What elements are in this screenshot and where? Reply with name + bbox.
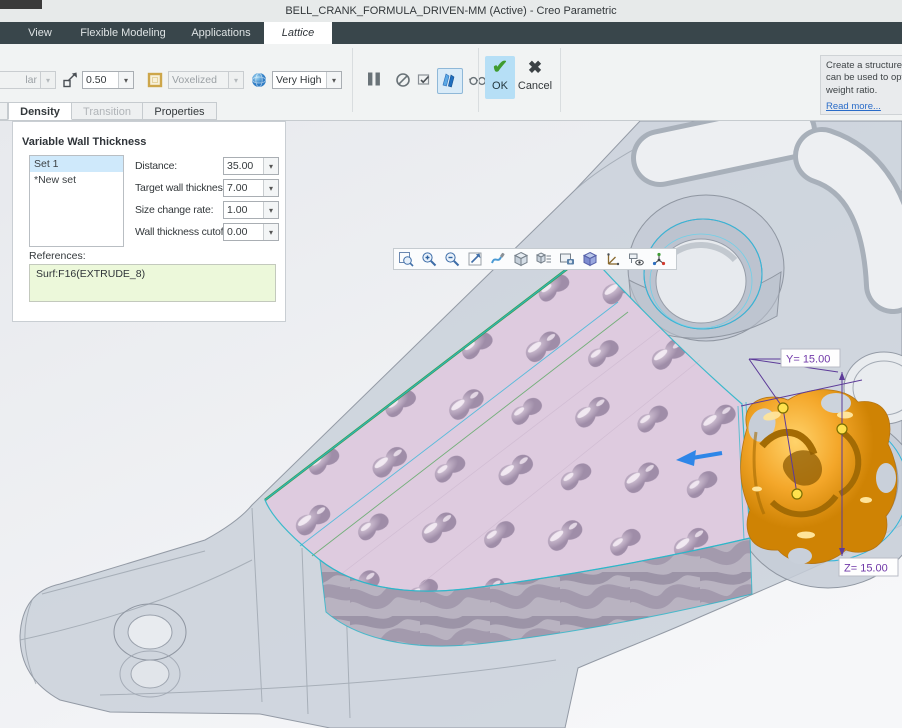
tab-properties[interactable]: Properties (142, 102, 217, 120)
tooltip-line: weight ratio. (826, 85, 902, 97)
tab-applications[interactable]: Applications (182, 22, 260, 44)
attached-preview-icon[interactable] (440, 71, 458, 89)
beam-diameter-combo[interactable]: 0.50 ▾ (82, 71, 134, 89)
tab-density[interactable]: Density (8, 102, 72, 120)
quality-sphere-icon (250, 71, 268, 89)
set-list[interactable]: Set 1 *New set (29, 155, 124, 247)
svg-text:Y= 15.00: Y= 15.00 (786, 354, 830, 366)
pause-icon[interactable] (365, 70, 383, 88)
tab-lattice[interactable]: Lattice (264, 22, 332, 44)
references-label: References: (29, 250, 86, 262)
tooltip-line: can be used to opti (826, 72, 902, 84)
reference-value: Surf:F16(EXTRUDE_8) (36, 268, 145, 280)
density-panel: Variable Wall Thickness Set 1 *New set D… (12, 121, 286, 322)
cancel-x-icon: ✖ (515, 56, 555, 80)
chevron-down-icon: ▾ (228, 72, 243, 88)
view-manager-icon[interactable] (578, 249, 601, 269)
chevron-down-icon: ▾ (263, 158, 278, 174)
creo-parametric-window: BELL_CRANK_FORMULA_DRIVEN-MM (Active) - … (0, 0, 902, 728)
wall-thickness-cutoff-combo[interactable]: 0.00▾ (223, 223, 279, 241)
zoom-in-icon[interactable] (417, 249, 440, 269)
cell-type-combo[interactable]: lar ▾ (0, 71, 56, 89)
distance-label: Distance: (135, 157, 177, 175)
representation-combo[interactable]: Voxelized ▾ (168, 71, 244, 89)
no-preview-icon[interactable] (394, 71, 412, 89)
reference-collector[interactable]: Surf:F16(EXTRUDE_8) (29, 264, 276, 302)
capture-icon[interactable] (555, 249, 578, 269)
voxel-icon (146, 71, 164, 89)
list-item-set1[interactable]: Set 1 (30, 156, 123, 172)
cancel-label: Cancel (515, 80, 555, 92)
tooltip-line: Create a structure o (826, 60, 902, 72)
quality-combo[interactable]: Very High ▾ (272, 71, 342, 89)
ok-label: OK (485, 80, 515, 92)
chevron-down-icon: ▾ (326, 72, 341, 88)
cancel-button[interactable]: ✖ Cancel (515, 56, 555, 99)
spin-center-icon[interactable] (647, 249, 670, 269)
panel-tab-stub (0, 102, 8, 120)
window-chrome-fragment (0, 0, 42, 9)
size-change-rate-label: Size change rate: (135, 201, 213, 219)
gyroid-unit-cell[interactable] (741, 390, 897, 564)
dimension-label-z[interactable]: Z= 15.00 (839, 558, 898, 576)
scale-icon (62, 71, 80, 89)
ribbon-tab-strip: View Flexible Modeling Applications Latt… (0, 22, 902, 44)
chevron-down-icon: ▾ (263, 202, 278, 218)
target-wall-thickness-combo[interactable]: 7.00▾ (223, 179, 279, 197)
verify-preview-icon[interactable] (416, 71, 434, 89)
chevron-down-icon: ▾ (263, 224, 278, 240)
ok-button[interactable]: ✔ OK (485, 56, 515, 99)
zoom-out-icon[interactable] (440, 249, 463, 269)
display-style-icon[interactable] (509, 249, 532, 269)
tab-view[interactable]: View (12, 22, 68, 44)
tab-transition[interactable]: Transition (71, 102, 143, 120)
tab-flexible-modeling[interactable]: Flexible Modeling (68, 22, 178, 44)
chevron-down-icon: ▾ (118, 72, 133, 88)
panel-title: Variable Wall Thickness (22, 136, 146, 148)
svg-text:Z= 15.00: Z= 15.00 (844, 563, 888, 575)
preview-glasses-icon[interactable] (468, 71, 486, 89)
target-wall-thickness-label: Target wall thickness: (135, 179, 230, 197)
annotation-display-icon[interactable] (624, 249, 647, 269)
repaint-icon[interactable] (486, 249, 509, 269)
titlebar[interactable]: BELL_CRANK_FORMULA_DRIVEN-MM (Active) - … (0, 0, 902, 23)
graphics-toolbar (393, 248, 677, 270)
list-item-new-set[interactable]: *New set (30, 172, 123, 188)
size-change-rate-combo[interactable]: 1.00▾ (223, 201, 279, 219)
distance-combo[interactable]: 35.00▾ (223, 157, 279, 175)
dashboard-panel-tabs: Density Transition Properties (0, 102, 902, 121)
zoom-region-icon[interactable] (394, 249, 417, 269)
ok-check-icon: ✔ (485, 56, 515, 80)
saved-views-icon[interactable] (532, 249, 555, 269)
refit-icon[interactable] (463, 249, 486, 269)
chevron-down-icon: ▾ (40, 72, 55, 88)
dimension-label-y[interactable]: Y= 15.00 (781, 349, 840, 367)
window-title: BELL_CRANK_FORMULA_DRIVEN-MM (Active) - … (285, 5, 616, 17)
datum-display-icon[interactable] (601, 249, 624, 269)
wall-thickness-cutoff-label: Wall thickness cutoff: (135, 223, 229, 241)
chevron-down-icon: ▾ (263, 180, 278, 196)
